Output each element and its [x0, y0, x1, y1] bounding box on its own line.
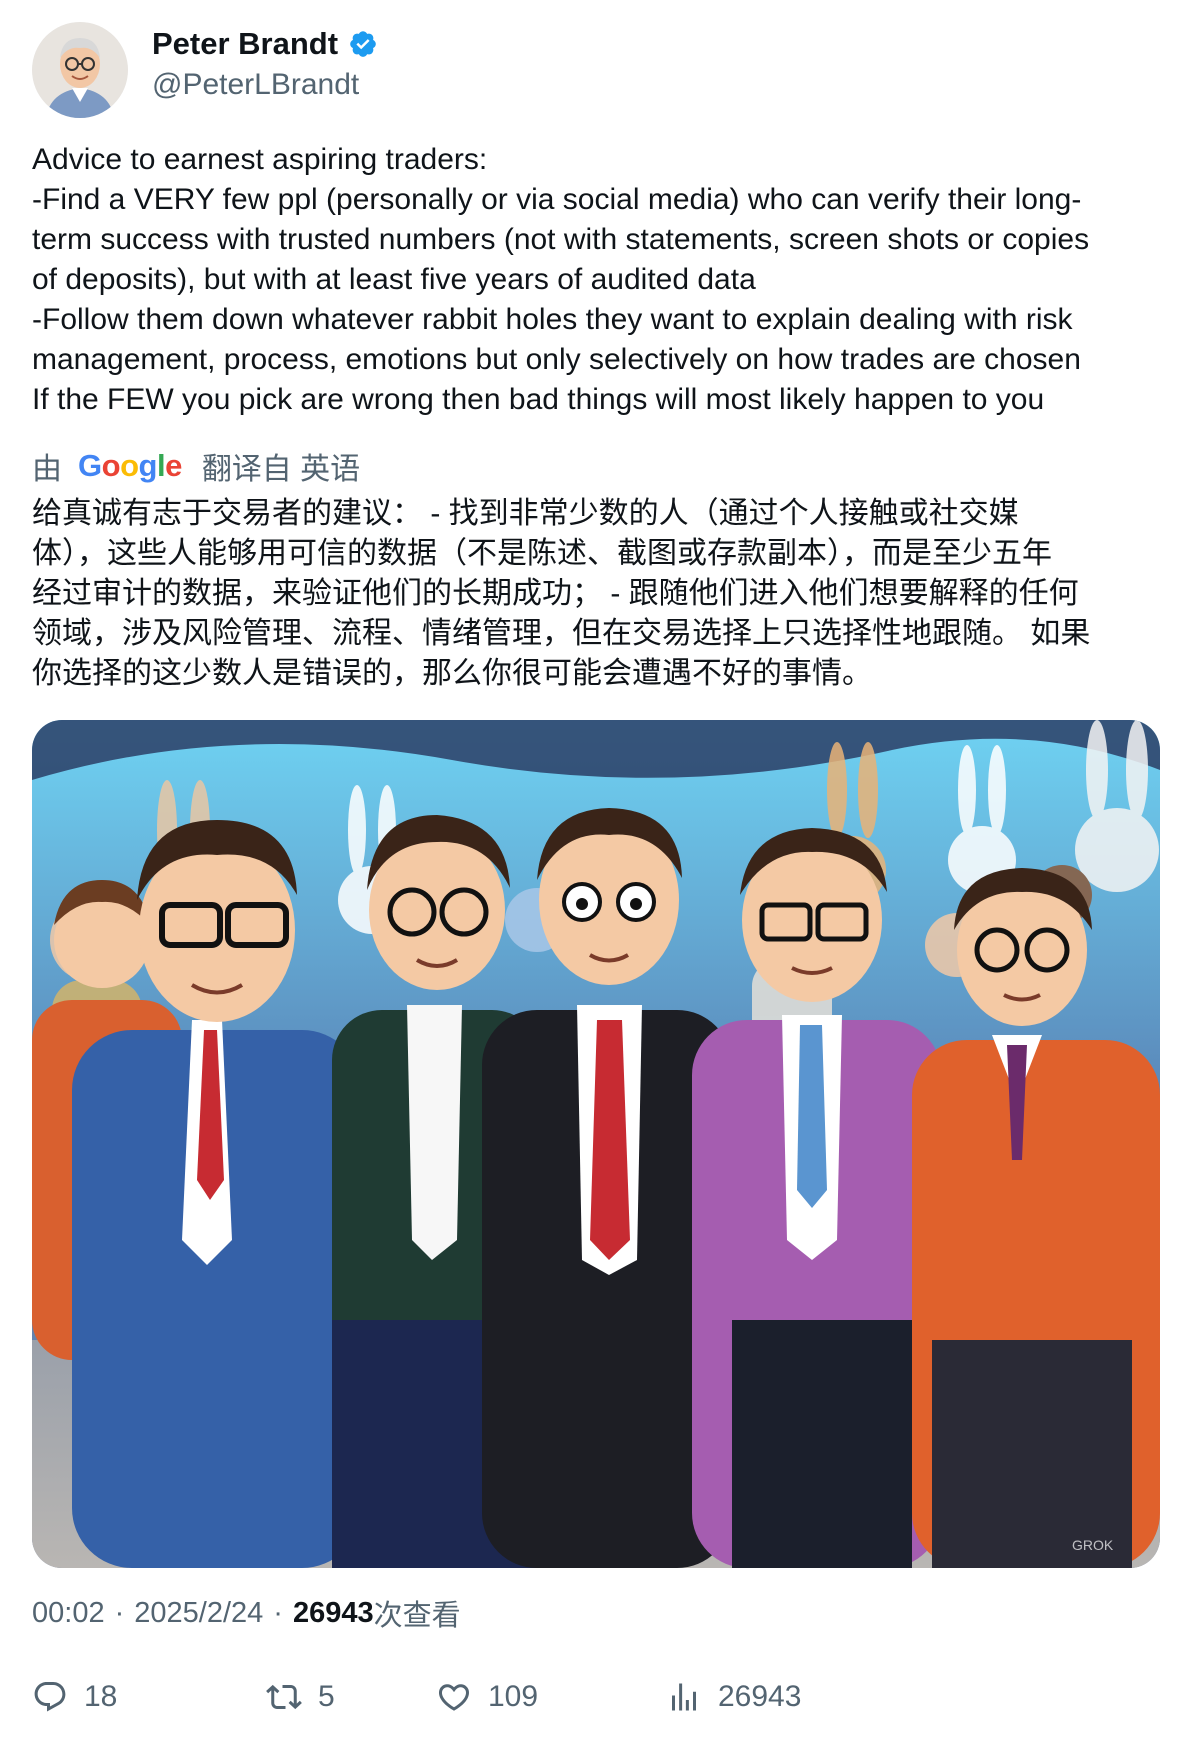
translation-prefix: 由: [32, 453, 62, 486]
translated-line: 经过审计的数据，来验证他们的长期成功； - 跟随他们进入他们想要解释的任何: [32, 577, 1079, 610]
meta-separator: ·: [273, 1596, 283, 1629]
translation-label[interactable]: 翻译自 英语: [202, 444, 360, 488]
reply-count: 18: [84, 1680, 118, 1713]
retweet-count: 5: [318, 1680, 335, 1713]
views-button[interactable]: 26943: [666, 1675, 801, 1719]
tweet-line: -Follow them down whatever rabbit holes …: [32, 303, 1073, 336]
tweet-text: Advice to earnest aspiring traders: -Fin…: [32, 140, 1172, 420]
translated-line: 体），这些人能够用可信的数据（不是陈述、截图或存款副本），而是至少五年: [32, 537, 1052, 570]
like-count: 109: [488, 1680, 539, 1713]
tweet-header: Peter Brandt @PeterLBrandt: [32, 22, 1164, 122]
tweet-time[interactable]: 00:02: [32, 1597, 105, 1630]
image-watermark: GROK: [1072, 1537, 1114, 1553]
reply-button[interactable]: 18: [32, 1675, 117, 1719]
author-name-row: Peter Brandt: [152, 26, 378, 62]
google-logo[interactable]: Google: [78, 448, 182, 484]
views-action-count: 26943: [718, 1680, 802, 1713]
translated-text: 给真诚有志于交易者的建议： - 找到非常少数的人（通过个人接触或社交媒 体），这…: [32, 494, 1172, 694]
tweet-date[interactable]: 2025/2/24: [134, 1597, 263, 1630]
views-count: 26943: [292, 1596, 374, 1629]
author-name[interactable]: Peter Brandt: [152, 26, 338, 62]
tweet-meta: 00:02 · 2025/2/24 · 26943 次查看: [32, 1592, 461, 1634]
tweet-line: management, process, emotions but only s…: [32, 343, 1081, 376]
tweet-line: Advice to earnest aspiring traders:: [32, 143, 488, 176]
like-icon: [438, 1684, 470, 1711]
like-button[interactable]: 109: [436, 1675, 538, 1719]
views-chart-icon: [672, 1683, 696, 1711]
translated-line: 领域，涉及风险管理、流程、情绪管理，但在交易选择上只选择性地跟随。 如果: [32, 617, 1091, 650]
author-handle[interactable]: @PeterLBrandt: [152, 68, 359, 102]
tweet-line: If the FEW you pick are wrong then bad t…: [32, 383, 1045, 416]
reply-icon: [34, 1682, 66, 1712]
tweet-line: of deposits), but with at least five yea…: [32, 263, 756, 296]
translation-attribution: 由 Google 翻译自 英语: [32, 446, 360, 486]
meta-separator: ·: [114, 1596, 125, 1629]
tweet-image[interactable]: GROK: [32, 720, 1160, 1568]
verified-badge-icon: [350, 31, 376, 57]
views-label: 次查看: [373, 1600, 461, 1632]
retweet-icon: [266, 1684, 302, 1710]
tweet-line: -Find a VERY few ppl (personally or via …: [32, 183, 1082, 216]
translated-line: 给真诚有志于交易者的建议： - 找到非常少数的人（通过个人接触或社交媒: [32, 497, 1019, 530]
tweet-actions: 18 5 109 26943: [32, 1675, 1164, 1719]
tweet-line: term success with trusted numbers (not w…: [32, 223, 1090, 256]
retweet-button[interactable]: 5: [266, 1675, 335, 1719]
translated-line: 你选择的这少数人是错误的，那么你很可能会遭遇不好的事情。: [32, 657, 872, 690]
author-avatar[interactable]: [32, 22, 128, 118]
